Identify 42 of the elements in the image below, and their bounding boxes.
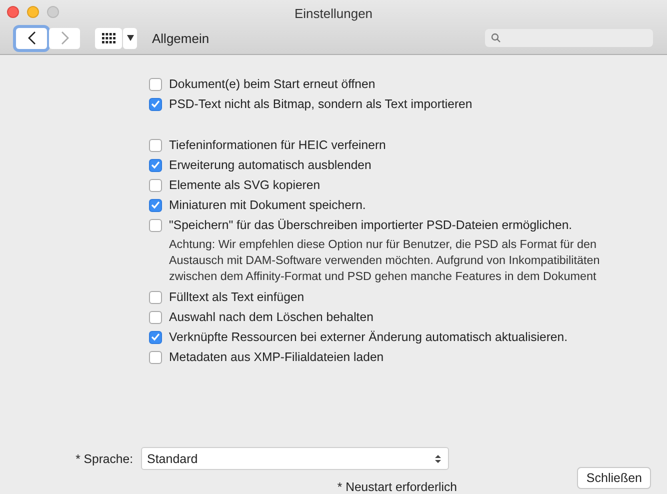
checkbox-label: Tiefeninformationen für HEIC verfeinern: [169, 138, 386, 152]
checkbox[interactable]: [149, 138, 162, 152]
checkbox[interactable]: [149, 78, 162, 90]
language-select[interactable]: Standard: [141, 447, 449, 470]
checkbox[interactable]: [149, 350, 162, 364]
checkbox-label: Auswahl nach dem Löschen behalten: [169, 310, 374, 324]
search-field[interactable]: [485, 29, 653, 47]
checkbox[interactable]: [149, 158, 162, 172]
checkbox[interactable]: [149, 290, 162, 304]
dropdown-button[interactable]: [123, 28, 137, 48]
chevron-left-icon: [26, 31, 36, 45]
checkbox-label: Miniaturen mit Dokument speichern.: [169, 198, 366, 212]
search-icon: [491, 33, 501, 43]
checkbox-label: "Speichern" für das Überschreiben importierter PSD-Dateien ermöglichen.: [169, 218, 572, 232]
zoom-icon[interactable]: [47, 6, 59, 18]
window-title: Einstellungen: [294, 6, 373, 20]
checkbox[interactable]: [149, 178, 162, 192]
checkbox[interactable]: [149, 98, 162, 110]
grid-icon: [102, 32, 116, 44]
checkbox-label: Elemente als SVG kopieren: [169, 178, 320, 192]
language-label: * Sprache:: [74, 452, 134, 466]
checkbox[interactable]: [149, 218, 162, 232]
checkbox[interactable]: [149, 198, 162, 212]
checkbox-label: Erweiterung automatisch ausblenden: [169, 158, 372, 172]
checkbox-label: Dokument(e) beim Start erneut öffnen: [169, 77, 376, 91]
checkbox[interactable]: [149, 310, 162, 324]
checkbox[interactable]: [149, 330, 162, 344]
checkbox-label: Fülltext als Text einfügen: [169, 290, 304, 304]
section-title: Allgemein: [152, 30, 210, 46]
close-button[interactable]: Schließen: [577, 467, 651, 489]
chevron-right-icon: [60, 31, 70, 45]
stepper-icon: [435, 454, 441, 464]
warning-note: Achtung: Wir empfehlen diese Option nur für Benutzer, die PSD als Format für den Austausch mit DAM-Software verwenden möchten. Aufgrund von Inkompatibilitäten zwischen dem Affinity-Format und PSD gehen manche Features in dem Dokument: [169, 237, 601, 285]
close-icon[interactable]: [7, 6, 19, 18]
checkbox-label: PSD-Text nicht als Bitmap, sondern als Text importieren: [169, 97, 472, 111]
restart-hint: * Neustart erforderlich: [336, 480, 457, 494]
checkbox-label: Verknüpfte Ressourcen bei externer Änderung automatisch aktualisieren.: [169, 330, 568, 344]
grid-button[interactable]: [95, 28, 122, 48]
back-button[interactable]: [16, 28, 47, 48]
checkbox-label: Metadaten aus XMP-Filialdateien laden: [169, 350, 384, 364]
caret-icon: [126, 35, 134, 41]
minimize-icon[interactable]: [27, 6, 39, 18]
